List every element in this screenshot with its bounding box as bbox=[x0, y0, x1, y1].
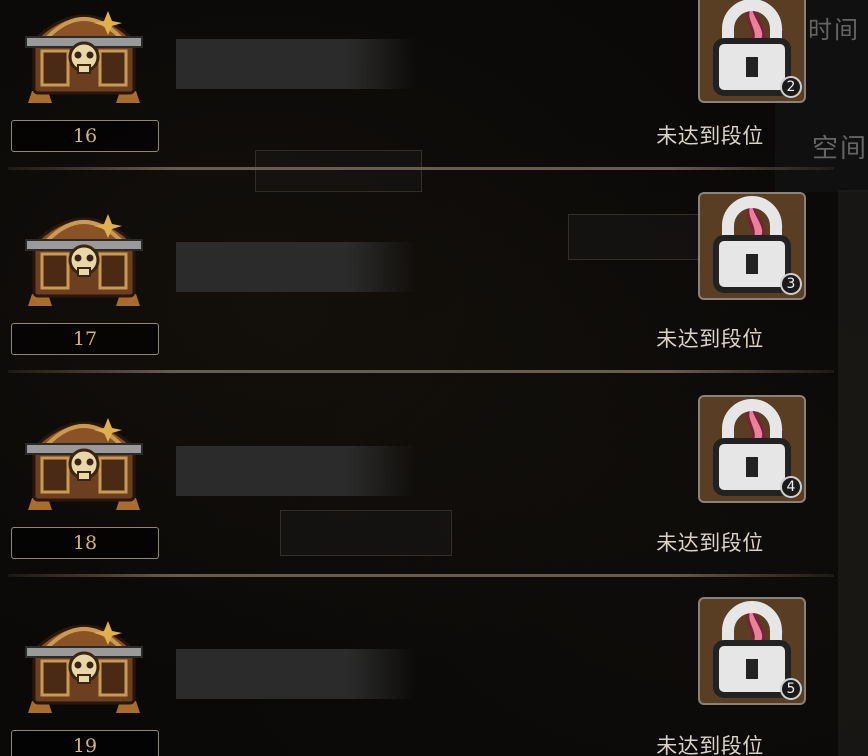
tier-status-text: 未达到段位 bbox=[656, 327, 764, 351]
tier-progress-bar bbox=[176, 242, 416, 292]
treasure-chest-icon[interactable] bbox=[22, 400, 146, 512]
treasure-chest-icon[interactable] bbox=[22, 603, 146, 715]
reward-count-badge: 4 bbox=[780, 476, 802, 498]
tier-status-text: 未达到段位 bbox=[656, 531, 764, 555]
tier-row: 19 5 未达到段位 bbox=[0, 575, 838, 756]
tier-row: 17 3 未达到段位 bbox=[0, 168, 838, 373]
tier-progress-bar bbox=[176, 39, 416, 89]
reward-count-badge: 2 bbox=[780, 76, 802, 98]
tier-level-label: 19 bbox=[11, 730, 159, 756]
treasure-chest-icon[interactable] bbox=[22, 0, 146, 105]
tier-level-label: 16 bbox=[11, 120, 159, 152]
treasure-chest-icon[interactable] bbox=[22, 196, 146, 308]
background-scroll-strip bbox=[838, 190, 868, 756]
reward-item[interactable]: 3 bbox=[698, 192, 806, 300]
tier-row: 18 4 未达到段位 bbox=[0, 372, 838, 577]
tier-status-text: 未达到段位 bbox=[656, 124, 764, 148]
reward-count-badge: 3 bbox=[780, 273, 802, 295]
tier-row: 16 2 未达到段位 bbox=[0, 0, 838, 170]
reward-item[interactable]: 2 bbox=[698, 0, 806, 103]
tier-rewards-screen: 时间 空间 16 2 未达到段位 17 3 未达到段位 18 4 未达到段位 1… bbox=[0, 0, 868, 756]
tier-level-label: 17 bbox=[11, 323, 159, 355]
reward-item[interactable]: 4 bbox=[698, 395, 806, 503]
tier-level-label: 18 bbox=[11, 527, 159, 559]
reward-count-badge: 5 bbox=[780, 678, 802, 700]
tier-progress-bar bbox=[176, 649, 416, 699]
tier-status-text: 未达到段位 bbox=[656, 734, 764, 756]
reward-item[interactable]: 5 bbox=[698, 597, 806, 705]
tier-progress-bar bbox=[176, 446, 416, 496]
